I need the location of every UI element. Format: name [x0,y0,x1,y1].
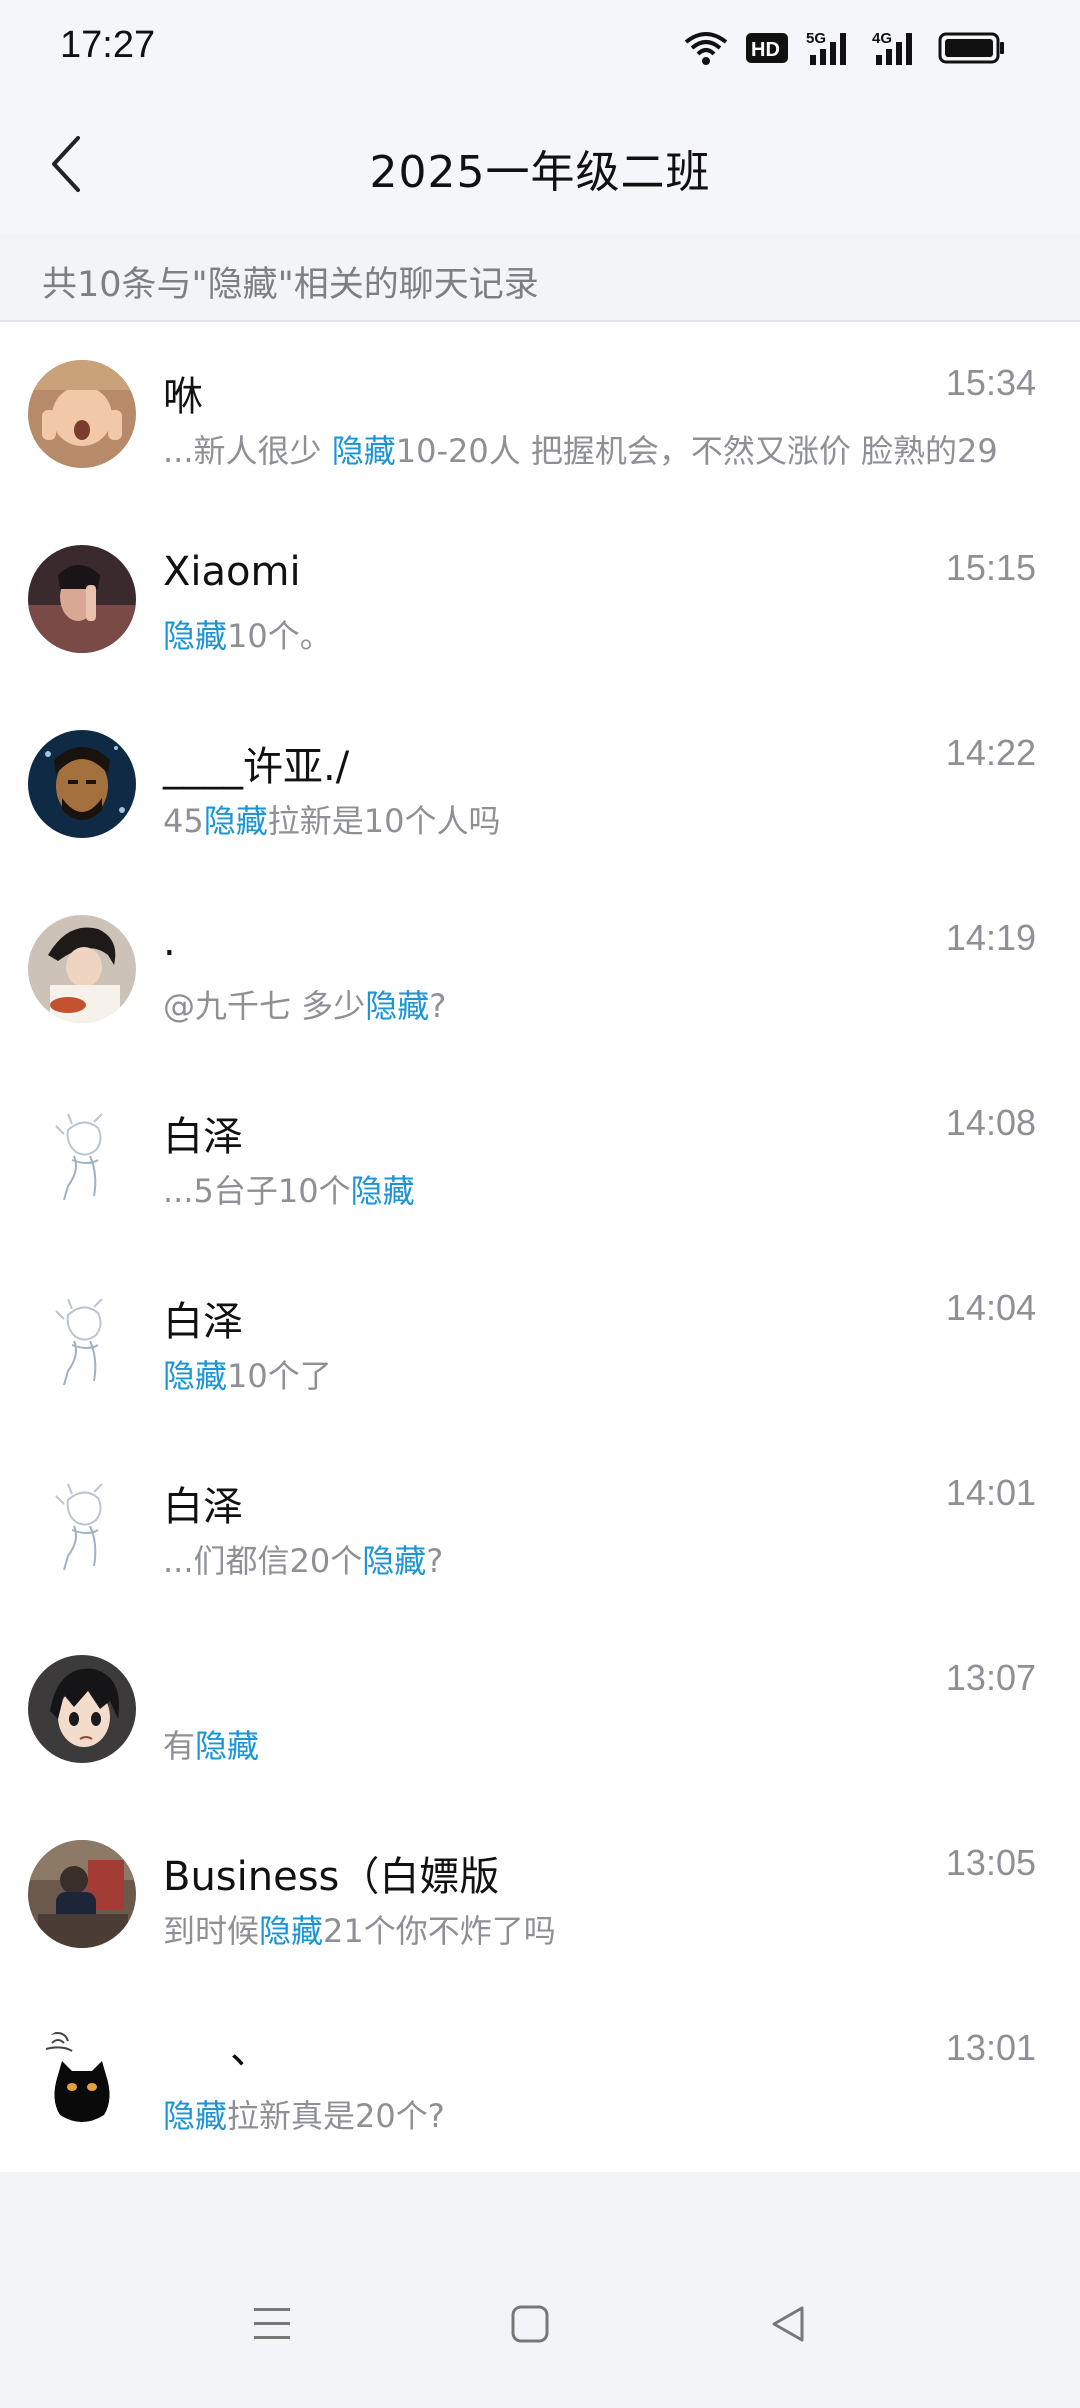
contact-name: 白泽 [163,1114,243,1160]
result-row[interactable]: ____许亚./ 14:22 45隐藏拉新是10个人吗 [0,692,1080,877]
header: 2025一年级二班 [0,96,1080,234]
message-time: 14:04 [945,1287,1036,1328]
home-square-icon [510,2304,550,2348]
svg-text:5G: 5G [806,30,826,47]
hd-icon: HD [746,33,788,63]
message-time: 14:01 [945,1472,1036,1513]
result-row[interactable]: 13:07 有隐藏 [0,1617,1080,1802]
result-list: 咻 15:34 ...新人很少 隐藏10-20人 把握机会，不然又涨价 脸熟的2… [0,322,1080,2172]
4g-signal-icon: 4G [872,29,920,67]
result-row[interactable]: 白泽 14:08 ...5台子10个隐藏 [0,1062,1080,1247]
contact-name: Xiaomi [163,549,301,595]
summary-text: 共10条与"隐藏"相关的聊天记录 [42,265,539,305]
message-snippet: @九千七 多少隐藏? [163,987,447,1025]
avatar[interactable] [28,1840,136,1948]
avatar[interactable] [28,1470,136,1578]
search-summary: 共10条与"隐藏"相关的聊天记录 [0,234,1080,322]
contact-name: 咻 [163,374,203,420]
message-time: 14:19 [945,917,1036,958]
message-snippet: 隐藏10个了 [163,1357,332,1395]
avatar[interactable] [28,1285,136,1393]
message-snippet: 隐藏拉新真是20个? [163,2097,445,2135]
back-triangle-icon [768,2304,808,2348]
message-snippet: 隐藏10个。 [163,617,332,655]
status-time: 17:27 [60,24,156,66]
message-snippet: ...新人很少 隐藏10-20人 把握机会，不然又涨价 脸熟的29 [163,432,998,470]
message-snippet: ...们都信20个隐藏? [163,1542,444,1580]
message-snippet: ...5台子10个隐藏 [163,1172,415,1210]
screen: 17:27 HD 5G 4G 2025一年级二班 共10条与"隐藏"相关的聊天记… [0,0,1080,2408]
battery-icon [938,32,1006,64]
5g-signal-icon: 5G [806,29,854,67]
message-time: 14:22 [945,732,1036,773]
message-time: 15:34 [945,362,1036,403]
message-time: 13:05 [945,1842,1036,1883]
avatar[interactable] [28,1655,136,1763]
avatar[interactable] [28,1100,136,1208]
result-row[interactable]: 咻 15:34 ...新人很少 隐藏10-20人 把握机会，不然又涨价 脸熟的2… [0,322,1080,507]
menu-icon [252,2304,292,2348]
svg-text:4G: 4G [872,30,892,47]
message-time: 15:15 [945,547,1036,588]
contact-name: 、 [230,2027,270,2073]
result-row[interactable]: Xiaomi 15:15 隐藏10个。 [0,507,1080,692]
contact-name: 白泽 [163,1484,243,1530]
contact-name: Business（白嫖版 [163,1854,500,1900]
home-button[interactable] [490,2286,570,2366]
result-row[interactable]: 白泽 14:04 隐藏10个了 [0,1247,1080,1432]
avatar[interactable] [28,545,136,653]
system-nav-bar [0,2250,1080,2408]
menu-button[interactable] [232,2286,312,2366]
back-nav-button[interactable] [748,2286,828,2366]
message-snippet: 有隐藏 [163,1727,260,1765]
result-row[interactable]: 、 13:01 隐藏拉新真是20个? [0,1987,1080,2172]
avatar[interactable] [28,730,136,838]
avatar[interactable] [28,2025,136,2133]
contact-name: 白泽 [163,1299,243,1345]
avatar[interactable] [28,360,136,468]
message-snippet: 到时候隐藏21个你不炸了吗 [163,1912,556,1950]
status-bar: 17:27 HD 5G 4G [0,0,1080,96]
message-time: 14:08 [945,1102,1036,1143]
result-row[interactable]: 白泽 14:01 ...们都信20个隐藏? [0,1432,1080,1617]
message-time: 13:01 [945,2027,1036,2068]
avatar[interactable] [28,915,136,1023]
wifi-icon [684,30,728,66]
svg-text:HD: HD [751,39,780,61]
result-row[interactable]: Business（白嫖版 13:05 到时候隐藏21个你不炸了吗 [0,1802,1080,1987]
page-title: 2025一年级二班 [369,147,711,198]
contact-name: ____许亚./ [163,744,350,790]
status-icons: HD 5G 4G [684,28,1006,68]
message-time: 13:07 [945,1657,1036,1698]
result-row[interactable]: . 14:19 @九千七 多少隐藏? [0,877,1080,1062]
contact-name: . [163,919,176,965]
message-snippet: 45隐藏拉新是10个人吗 [163,802,501,840]
